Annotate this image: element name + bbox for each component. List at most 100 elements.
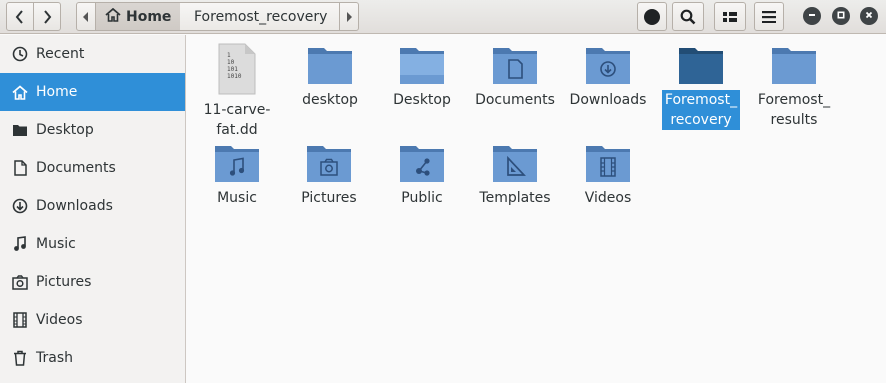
file-item-foremost-recovery[interactable]: Foremost_ recovery xyxy=(657,45,745,130)
file-label-line: Public xyxy=(401,190,443,206)
desktop-icon xyxy=(11,123,29,137)
desktop-folder-icon xyxy=(399,45,445,85)
binary-file-icon: 1 10 101 1010 xyxy=(217,43,257,95)
binary-glyph-line: 1010 xyxy=(227,73,242,80)
clock-icon xyxy=(11,46,29,62)
record-icon xyxy=(643,8,661,26)
trash-icon xyxy=(11,350,29,366)
file-label: Downloads xyxy=(567,90,650,110)
file-label: desktop xyxy=(299,90,361,110)
file-label-line: Pictures xyxy=(301,190,357,206)
places-sidebar: Recent Home Desktop Documents Downloads … xyxy=(0,35,186,383)
sidebar-item-label: Home xyxy=(36,84,78,100)
close-icon xyxy=(864,8,874,24)
file-label-line: Foremost_ xyxy=(664,92,738,108)
file-label: Public xyxy=(398,188,445,208)
music-folder-icon xyxy=(214,143,260,183)
document-icon xyxy=(11,160,29,176)
file-label-line: Templates xyxy=(479,190,551,206)
file-item-documents[interactable]: Documents xyxy=(471,45,559,110)
breadcrumb-home-label: Home xyxy=(126,8,172,25)
file-label-line: recovery xyxy=(670,112,732,128)
file-label: Music xyxy=(214,188,260,208)
file-item-11-carve-fat[interactable]: 1 10 101 1010 11-carve-fat.dd xyxy=(193,43,281,140)
file-label: Templates xyxy=(476,188,553,208)
file-item-templates[interactable]: Templates xyxy=(471,143,559,208)
file-item-foremost-results[interactable]: Foremost_ results xyxy=(750,45,838,130)
breadcrumb-current[interactable]: Foremost_recovery xyxy=(180,2,340,31)
file-item-videos[interactable]: Videos xyxy=(564,143,652,208)
header-bar: Home Foremost_recovery xyxy=(0,0,886,34)
sidebar-item-downloads[interactable]: Downloads xyxy=(0,187,185,225)
sidebar-item-documents[interactable]: Documents xyxy=(0,149,185,187)
view-toggle-button[interactable] xyxy=(714,2,746,31)
minimize-icon xyxy=(807,8,817,24)
maximize-icon xyxy=(836,8,846,24)
file-item-desktop[interactable]: Desktop xyxy=(378,45,466,110)
path-scroll-right-button[interactable] xyxy=(339,2,359,31)
menu-button[interactable] xyxy=(754,2,784,31)
back-button[interactable] xyxy=(6,2,34,31)
file-label: Foremost_ recovery xyxy=(661,90,741,130)
binary-glyph-line: 10 xyxy=(227,59,235,66)
minimize-window-button[interactable] xyxy=(803,7,821,25)
file-label-line: Downloads xyxy=(569,92,647,108)
sidebar-item-pictures[interactable]: Pictures xyxy=(0,263,185,301)
file-grid: 1 10 101 1010 11-carve-fat.dd desktop De… xyxy=(187,35,886,383)
breadcrumb-current-label: Foremost_recovery xyxy=(194,8,328,25)
folder-icon xyxy=(307,45,353,85)
sidebar-item-music[interactable]: Music xyxy=(0,225,185,263)
templates-folder-icon xyxy=(492,143,538,183)
sidebar-item-label: Recent xyxy=(36,46,85,62)
music-icon xyxy=(11,236,29,252)
file-item-public[interactable]: Public xyxy=(378,143,466,208)
sidebar-item-label: Videos xyxy=(36,312,83,328)
folder-icon xyxy=(771,45,817,85)
file-label-line: results xyxy=(770,112,818,128)
maximize-window-button[interactable] xyxy=(832,7,850,25)
file-item-pictures[interactable]: Pictures xyxy=(285,143,373,208)
sidebar-item-label: Desktop xyxy=(36,122,94,138)
sidebar-item-recent[interactable]: Recent xyxy=(0,35,185,73)
sidebar-item-label: Downloads xyxy=(36,198,113,214)
file-item-downloads[interactable]: Downloads xyxy=(564,45,652,110)
file-label-line: Music xyxy=(217,190,257,206)
close-window-button[interactable] xyxy=(860,7,878,25)
sidebar-item-label: Pictures xyxy=(36,274,92,290)
sidebar-item-videos[interactable]: Videos xyxy=(0,301,185,339)
documents-folder-icon xyxy=(492,45,538,85)
sidebar-item-label: Trash xyxy=(36,350,73,366)
pictures-folder-icon xyxy=(306,143,352,183)
binary-glyph-line: 1 xyxy=(227,52,231,59)
breadcrumb-home[interactable]: Home xyxy=(95,2,181,31)
sidebar-item-desktop[interactable]: Desktop xyxy=(0,111,185,149)
list-view-icon xyxy=(723,10,737,24)
file-item-music[interactable]: Music xyxy=(193,143,281,208)
search-button[interactable] xyxy=(672,2,704,31)
file-label: Videos xyxy=(582,188,635,208)
binary-glyph-line: 101 xyxy=(227,66,238,73)
chevron-right-icon xyxy=(42,9,52,24)
file-label-line: desktop xyxy=(302,92,358,108)
file-label: 11-carve-fat.dd xyxy=(201,100,274,140)
file-label: Pictures xyxy=(298,188,359,208)
sidebar-item-trash[interactable]: Trash xyxy=(0,339,185,377)
file-label-line: fat.dd xyxy=(216,122,258,138)
path-scroll-left-button[interactable] xyxy=(76,2,96,31)
sidebar-item-label: Documents xyxy=(36,160,116,176)
home-icon xyxy=(11,84,29,100)
file-item-desktop-lowercase[interactable]: desktop xyxy=(286,45,374,110)
file-label-line: Documents xyxy=(475,92,555,108)
triangle-right-icon xyxy=(345,11,353,22)
file-label: Foremost_ results xyxy=(755,90,833,130)
public-folder-icon xyxy=(399,143,445,183)
file-label: Desktop xyxy=(390,90,454,110)
file-label-line: Desktop xyxy=(393,92,451,108)
videos-folder-icon xyxy=(585,143,631,183)
file-label-line: 11-carve- xyxy=(203,102,271,118)
download-icon xyxy=(11,198,29,214)
forward-button[interactable] xyxy=(33,2,61,31)
file-label: Documents xyxy=(472,90,558,110)
record-button[interactable] xyxy=(637,2,667,31)
sidebar-item-home[interactable]: Home xyxy=(0,73,185,111)
